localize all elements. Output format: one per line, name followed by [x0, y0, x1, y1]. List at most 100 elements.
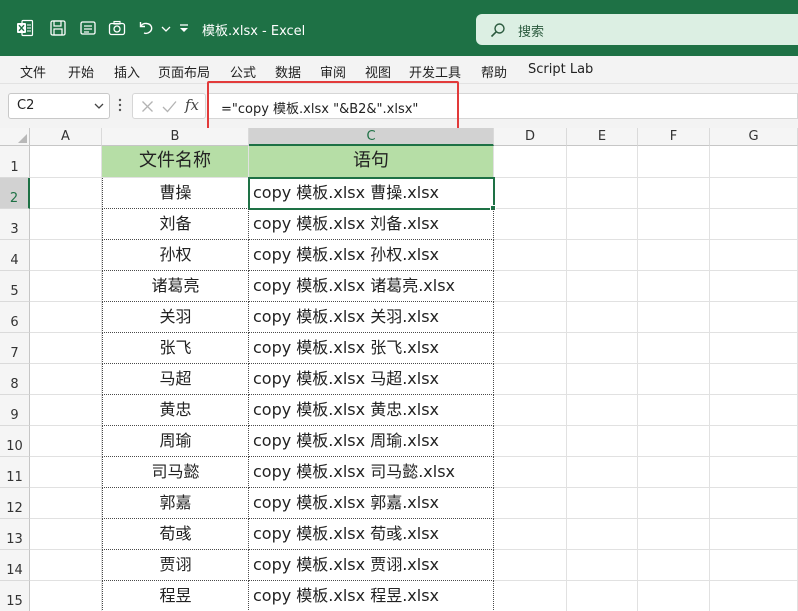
cell-e11[interactable]	[567, 457, 638, 488]
menu-developer[interactable]: 开发工具	[409, 62, 461, 81]
cell-g12[interactable]	[710, 488, 798, 519]
cell-e5[interactable]	[567, 271, 638, 302]
row-header-3[interactable]: 3	[0, 209, 30, 240]
column-header-e[interactable]: E	[567, 128, 638, 146]
cell-e6[interactable]	[567, 302, 638, 333]
cell-b5[interactable]: 诸葛亮	[102, 271, 249, 302]
cell-f1[interactable]	[638, 146, 710, 178]
cell-a5[interactable]	[30, 271, 102, 302]
row-header-7[interactable]: 7	[0, 333, 30, 364]
cell-e1[interactable]	[567, 146, 638, 178]
cell-f13[interactable]	[638, 519, 710, 550]
select-all-corner[interactable]	[0, 128, 30, 146]
cell-c11[interactable]: copy 模板.xlsx 司马懿.xlsx	[249, 457, 494, 488]
cell-a10[interactable]	[30, 426, 102, 457]
excel-logo-icon[interactable]	[16, 19, 34, 37]
cell-a1[interactable]	[30, 146, 102, 178]
cell-d5[interactable]	[494, 271, 567, 302]
cell-f15[interactable]	[638, 581, 710, 611]
row-header-4[interactable]: 4	[0, 240, 30, 271]
row-header-9[interactable]: 9	[0, 395, 30, 426]
menu-file[interactable]: 文件	[20, 62, 46, 81]
cell-g4[interactable]	[710, 240, 798, 271]
cell-d8[interactable]	[494, 364, 567, 395]
cell-f5[interactable]	[638, 271, 710, 302]
name-box[interactable]: C2	[8, 93, 110, 119]
cell-f4[interactable]	[638, 240, 710, 271]
row-header-5[interactable]: 5	[0, 271, 30, 302]
cell-c10[interactable]: copy 模板.xlsx 周瑜.xlsx	[249, 426, 494, 457]
menu-review[interactable]: 审阅	[320, 62, 346, 81]
column-header-d[interactable]: D	[494, 128, 567, 146]
cell-c3[interactable]: copy 模板.xlsx 刘备.xlsx	[249, 209, 494, 240]
cell-e4[interactable]	[567, 240, 638, 271]
cell-e10[interactable]	[567, 426, 638, 457]
column-header-f[interactable]: F	[638, 128, 710, 146]
cell-a9[interactable]	[30, 395, 102, 426]
cell-c4[interactable]: copy 模板.xlsx 孙权.xlsx	[249, 240, 494, 271]
cell-c15[interactable]: copy 模板.xlsx 程昱.xlsx	[249, 581, 494, 611]
cell-c9[interactable]: copy 模板.xlsx 黄忠.xlsx	[249, 395, 494, 426]
cell-g2[interactable]	[710, 178, 798, 209]
cell-f10[interactable]	[638, 426, 710, 457]
cell-d4[interactable]	[494, 240, 567, 271]
cell-b4[interactable]: 孙权	[102, 240, 249, 271]
header-cell-b[interactable]: 文件名称	[102, 146, 249, 178]
more-options-icon[interactable]	[117, 96, 123, 114]
camera-icon[interactable]	[108, 19, 126, 37]
row-header-11[interactable]: 11	[0, 457, 30, 488]
row-header-8[interactable]: 8	[0, 364, 30, 395]
cell-d2[interactable]	[494, 178, 567, 209]
cell-f3[interactable]	[638, 209, 710, 240]
row-header-13[interactable]: 13	[0, 519, 30, 550]
cell-c12[interactable]: copy 模板.xlsx 郭嘉.xlsx	[249, 488, 494, 519]
cell-d1[interactable]	[494, 146, 567, 178]
cell-b3[interactable]: 刘备	[102, 209, 249, 240]
cell-f12[interactable]	[638, 488, 710, 519]
cell-e2[interactable]	[567, 178, 638, 209]
formula-input[interactable]: ="copy 模板.xlsx "&B2&".xlsx"	[208, 93, 798, 119]
row-header-2[interactable]: 2	[0, 178, 30, 209]
search-box[interactable]: 搜索	[476, 14, 798, 45]
chevron-down-icon[interactable]	[93, 100, 105, 112]
cell-a15[interactable]	[30, 581, 102, 611]
cell-g5[interactable]	[710, 271, 798, 302]
cell-c6[interactable]: copy 模板.xlsx 关羽.xlsx	[249, 302, 494, 333]
cell-a8[interactable]	[30, 364, 102, 395]
cell-a13[interactable]	[30, 519, 102, 550]
cell-d15[interactable]	[494, 581, 567, 611]
cell-b9[interactable]: 黄忠	[102, 395, 249, 426]
cell-g9[interactable]	[710, 395, 798, 426]
cell-e14[interactable]	[567, 550, 638, 581]
cell-e7[interactable]	[567, 333, 638, 364]
cell-g6[interactable]	[710, 302, 798, 333]
column-header-g[interactable]: G	[710, 128, 798, 146]
row-header-14[interactable]: 14	[0, 550, 30, 581]
form-icon[interactable]	[79, 19, 97, 37]
cell-a7[interactable]	[30, 333, 102, 364]
enter-check-icon[interactable]	[162, 100, 177, 113]
menu-script-lab[interactable]: Script Lab	[528, 62, 593, 77]
cell-c13[interactable]: copy 模板.xlsx 荀彧.xlsx	[249, 519, 494, 550]
cell-a14[interactable]	[30, 550, 102, 581]
cell-d14[interactable]	[494, 550, 567, 581]
menu-data[interactable]: 数据	[275, 62, 301, 81]
cell-g11[interactable]	[710, 457, 798, 488]
menu-home[interactable]: 开始	[68, 62, 94, 81]
insert-function-icon[interactable]: fx	[185, 96, 199, 114]
cell-f7[interactable]	[638, 333, 710, 364]
row-header-15[interactable]: 15	[0, 581, 30, 611]
cell-b7[interactable]: 张飞	[102, 333, 249, 364]
cell-a4[interactable]	[30, 240, 102, 271]
cell-f8[interactable]	[638, 364, 710, 395]
cell-e13[interactable]	[567, 519, 638, 550]
cell-a3[interactable]	[30, 209, 102, 240]
cell-g8[interactable]	[710, 364, 798, 395]
cell-d9[interactable]	[494, 395, 567, 426]
cell-b15[interactable]: 程昱	[102, 581, 249, 611]
cell-e15[interactable]	[567, 581, 638, 611]
cell-d13[interactable]	[494, 519, 567, 550]
cell-b2[interactable]: 曹操	[102, 178, 249, 209]
cell-b10[interactable]: 周瑜	[102, 426, 249, 457]
column-header-c[interactable]: C	[249, 128, 494, 146]
